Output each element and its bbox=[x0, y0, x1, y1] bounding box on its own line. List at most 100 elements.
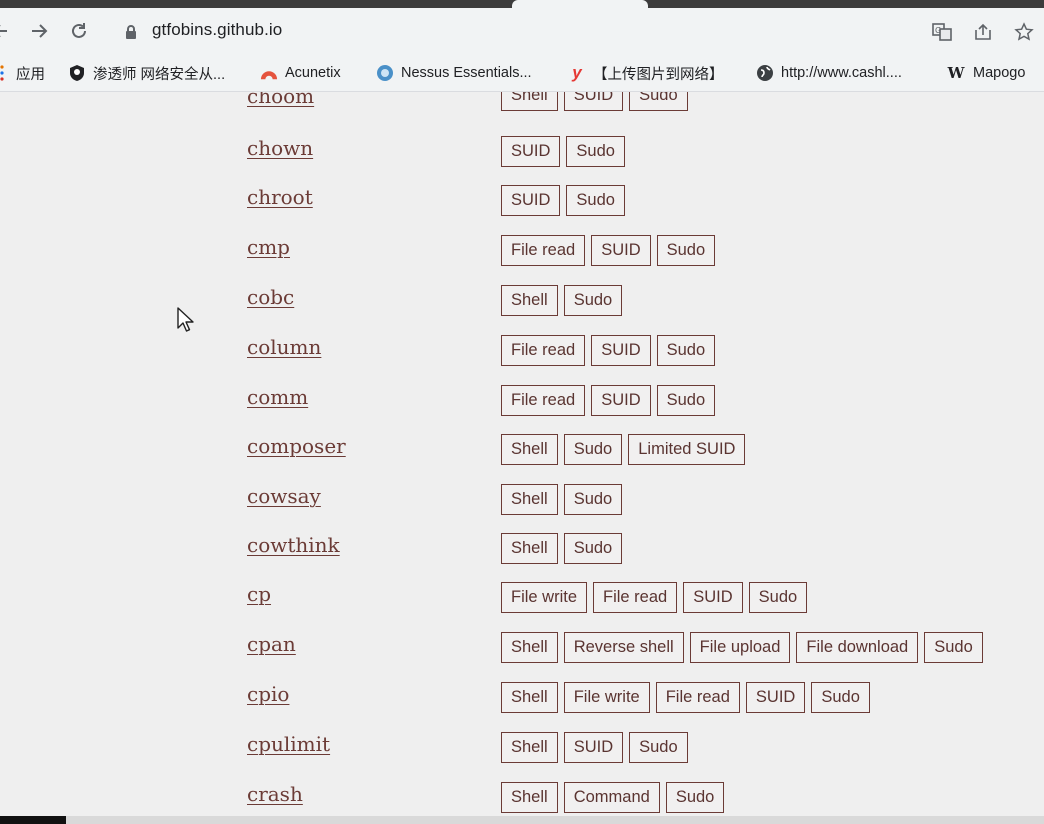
tag-file-write[interactable]: File write bbox=[563, 682, 650, 713]
binary-link[interactable]: column bbox=[247, 335, 321, 359]
function-tags: Shell File write File read SUID Sudo bbox=[501, 682, 870, 713]
binary-link[interactable]: crash bbox=[247, 782, 303, 806]
tag-shell[interactable]: Shell bbox=[501, 92, 558, 111]
binary-link[interactable]: cowsay bbox=[247, 484, 321, 508]
binary-link[interactable]: cmp bbox=[247, 235, 290, 259]
bookmark-cashl[interactable]: http://www.cashl.... bbox=[756, 63, 902, 83]
svg-text:G: G bbox=[935, 26, 941, 35]
tag-file-read[interactable]: File read bbox=[501, 335, 586, 366]
tag-shell[interactable]: Shell bbox=[501, 533, 558, 564]
tag-shell[interactable]: Shell bbox=[501, 632, 558, 663]
table-row: cpio Shell File write File read SUID Sud… bbox=[0, 682, 1044, 732]
tag-sudo[interactable]: Sudo bbox=[656, 235, 716, 266]
tag-suid[interactable]: SUID bbox=[591, 235, 651, 266]
tag-reverse-shell[interactable]: Reverse shell bbox=[563, 632, 684, 663]
tag-file-write[interactable]: File write bbox=[501, 582, 588, 613]
url-text[interactable]: gtfobins.github.io bbox=[152, 20, 282, 40]
tag-sudo[interactable]: Sudo bbox=[656, 385, 716, 416]
tag-suid[interactable]: SUID bbox=[591, 385, 651, 416]
bookmark-acunetix[interactable]: Acunetix bbox=[260, 63, 341, 83]
tag-sudo[interactable]: Sudo bbox=[665, 782, 725, 813]
tag-command[interactable]: Command bbox=[563, 782, 660, 813]
tag-file-read[interactable]: File read bbox=[655, 682, 740, 713]
function-tags: Shell SUID Sudo bbox=[501, 732, 688, 763]
table-row: cpan Shell Reverse shell File upload Fil… bbox=[0, 632, 1044, 682]
tag-shell[interactable]: Shell bbox=[501, 285, 558, 316]
table-row: chroot SUID Sudo bbox=[0, 185, 1044, 235]
bookmark-upload-image[interactable]: y 【上传图片到网络】 bbox=[568, 63, 723, 83]
tag-sudo[interactable]: Sudo bbox=[629, 732, 688, 763]
binary-link[interactable]: cpio bbox=[247, 682, 289, 706]
tag-suid[interactable]: SUID bbox=[563, 732, 624, 763]
bookmark-star-icon[interactable] bbox=[1013, 21, 1035, 43]
tag-shell[interactable]: Shell bbox=[501, 782, 558, 813]
lock-icon[interactable] bbox=[124, 24, 138, 40]
binary-link[interactable]: chown bbox=[247, 136, 313, 160]
bookmarks-bar: 应用 渗透师 网络安全从... Acunetix Nessus Essentia… bbox=[0, 54, 1044, 92]
table-row: crash Shell Command Sudo bbox=[0, 782, 1044, 816]
translate-icon[interactable]: G bbox=[931, 21, 953, 43]
browser-toolbar: gtfobins.github.io G bbox=[0, 8, 1044, 54]
tag-file-download[interactable]: File download bbox=[796, 632, 919, 663]
function-tags: Shell Command Sudo bbox=[501, 782, 725, 813]
tag-sudo[interactable]: Sudo bbox=[566, 136, 625, 167]
function-tags: File read SUID Sudo bbox=[501, 385, 716, 416]
binary-link[interactable]: choom bbox=[247, 92, 314, 108]
tag-suid[interactable]: SUID bbox=[683, 582, 743, 613]
binary-link[interactable]: chroot bbox=[247, 185, 313, 209]
tag-shell[interactable]: Shell bbox=[501, 682, 558, 713]
tag-sudo[interactable]: Sudo bbox=[629, 92, 688, 111]
forward-arrow-icon[interactable] bbox=[26, 18, 52, 44]
wikipedia-w-icon: W bbox=[947, 64, 965, 82]
tag-suid[interactable]: SUID bbox=[745, 682, 806, 713]
bookmark-label: Nessus Essentials... bbox=[401, 65, 532, 81]
tag-shell[interactable]: Shell bbox=[501, 484, 558, 515]
tag-suid[interactable]: SUID bbox=[501, 136, 561, 167]
tag-file-read[interactable]: File read bbox=[501, 385, 586, 416]
tag-sudo[interactable]: Sudo bbox=[563, 533, 623, 564]
binary-link[interactable]: composer bbox=[247, 434, 346, 458]
tag-sudo[interactable]: Sudo bbox=[563, 285, 623, 316]
binary-link[interactable]: cpulimit bbox=[247, 732, 330, 756]
tag-sudo[interactable]: Sudo bbox=[656, 335, 716, 366]
table-row: cobc Shell Sudo bbox=[0, 285, 1044, 335]
tag-suid[interactable]: SUID bbox=[591, 335, 651, 366]
bookmark-apps[interactable]: 应用 bbox=[0, 63, 45, 83]
taskbar-edge bbox=[0, 816, 1044, 824]
tag-file-upload[interactable]: File upload bbox=[689, 632, 791, 663]
tag-sudo[interactable]: Sudo bbox=[563, 484, 623, 515]
bookmark-label: http://www.cashl.... bbox=[781, 65, 902, 81]
tag-sudo[interactable]: Sudo bbox=[566, 185, 625, 216]
bookmark-label: Acunetix bbox=[285, 65, 341, 81]
bookmark-nessus[interactable]: Nessus Essentials... bbox=[376, 63, 532, 83]
back-arrow-icon[interactable] bbox=[0, 18, 14, 44]
tag-sudo[interactable]: Sudo bbox=[563, 434, 623, 465]
active-tab-edge[interactable] bbox=[512, 0, 648, 8]
binary-link[interactable]: cpan bbox=[247, 632, 296, 656]
binary-link[interactable]: cowthink bbox=[247, 533, 340, 557]
tag-shell[interactable]: Shell bbox=[501, 434, 558, 465]
function-tags: SUID Sudo bbox=[501, 136, 625, 167]
tag-sudo[interactable]: Sudo bbox=[748, 582, 808, 613]
tag-file-read[interactable]: File read bbox=[593, 582, 678, 613]
bookmark-pentest[interactable]: 渗透师 网络安全从... bbox=[68, 63, 225, 83]
table-row: chown SUID Sudo bbox=[0, 136, 1044, 186]
binary-link[interactable]: cp bbox=[247, 582, 271, 606]
tag-suid[interactable]: SUID bbox=[501, 185, 561, 216]
tag-limited-suid[interactable]: Limited SUID bbox=[628, 434, 746, 465]
tag-suid[interactable]: SUID bbox=[563, 92, 624, 111]
binary-link[interactable]: comm bbox=[247, 385, 308, 409]
bookmark-label: Mapogo bbox=[973, 65, 1026, 81]
tag-file-read[interactable]: File read bbox=[501, 235, 586, 266]
share-icon[interactable] bbox=[972, 21, 994, 43]
function-tags: Shell Reverse shell File upload File dow… bbox=[501, 632, 983, 663]
tag-shell[interactable]: Shell bbox=[501, 732, 558, 763]
apps-grid-icon bbox=[0, 64, 6, 82]
tag-sudo[interactable]: Sudo bbox=[924, 632, 983, 663]
reload-icon[interactable] bbox=[66, 18, 92, 44]
shield-icon bbox=[68, 64, 86, 82]
tag-sudo[interactable]: Sudo bbox=[811, 682, 870, 713]
table-row: cowsay Shell Sudo bbox=[0, 484, 1044, 534]
binary-link[interactable]: cobc bbox=[247, 285, 294, 309]
bookmark-mapogo[interactable]: W Mapogo bbox=[946, 63, 1026, 83]
